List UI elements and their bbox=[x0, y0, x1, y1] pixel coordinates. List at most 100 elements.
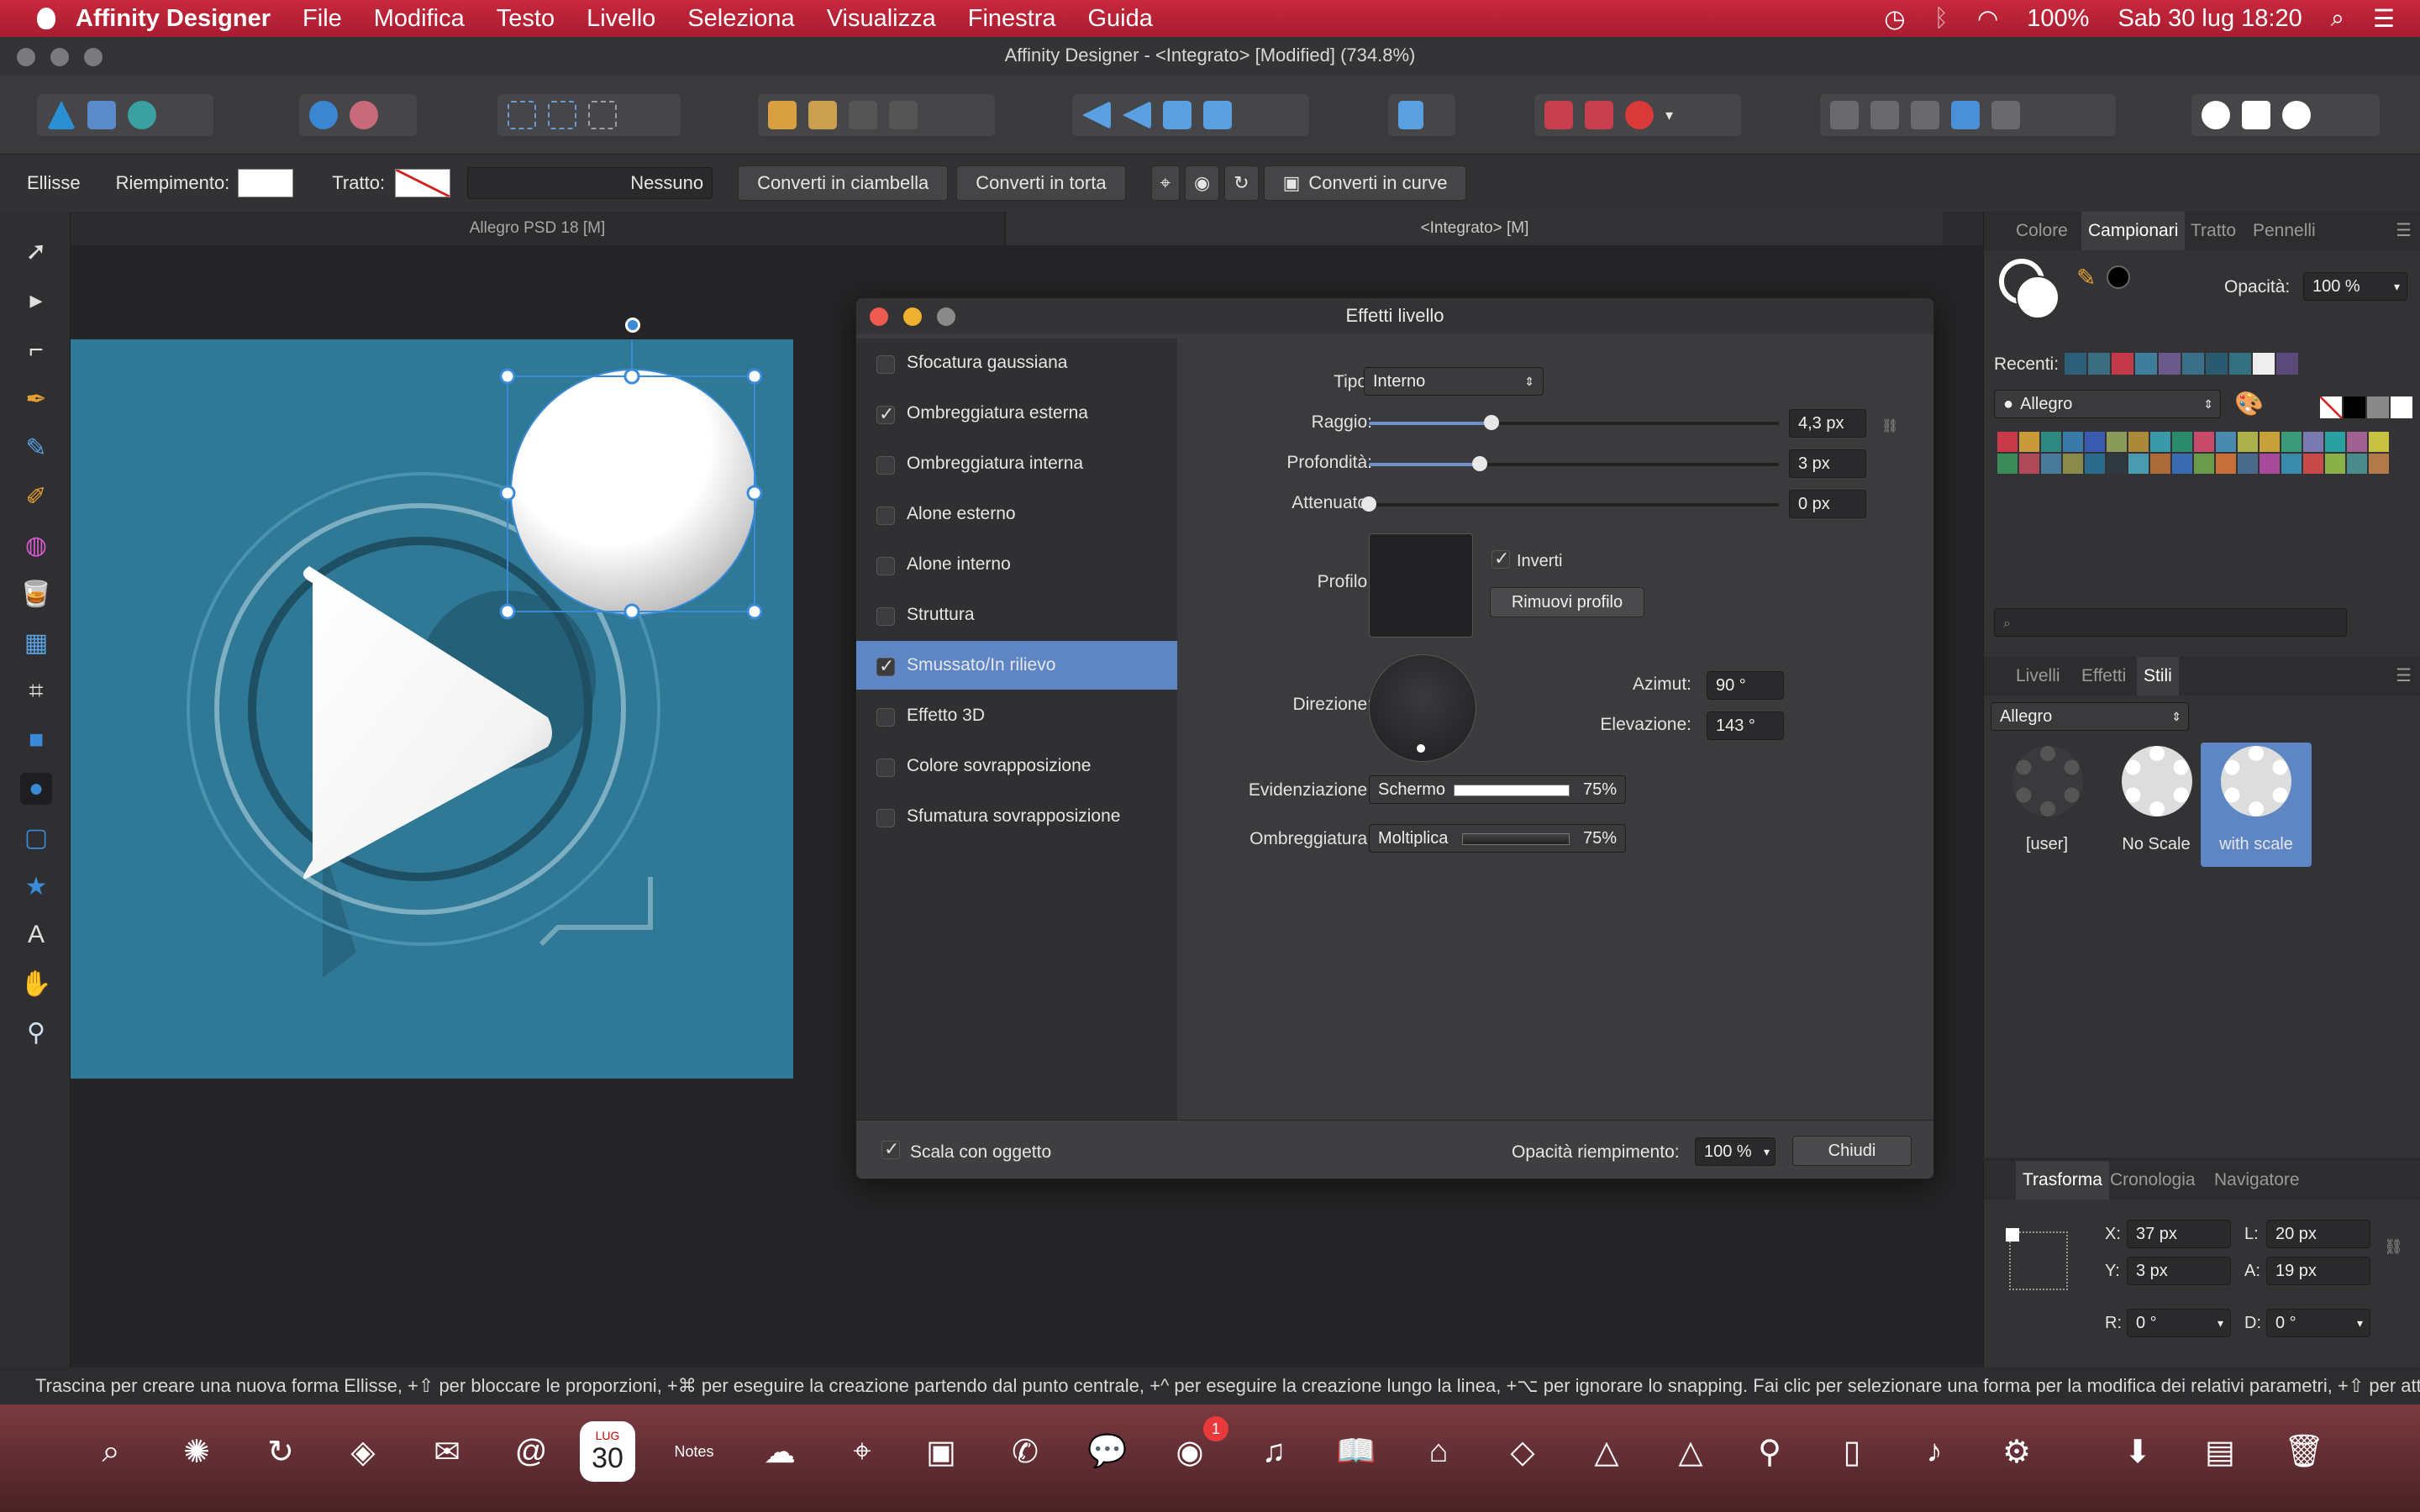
palette-swatch[interactable] bbox=[1997, 432, 2018, 452]
highlight-color-swatch[interactable] bbox=[1454, 785, 1570, 796]
pen-tool-icon[interactable]: ✒ bbox=[20, 383, 52, 415]
bluetooth-icon[interactable]: ᛒ bbox=[1934, 5, 1949, 33]
palette-swatch[interactable] bbox=[2172, 432, 2192, 452]
azimuth-field[interactable]: 90 ° bbox=[1707, 671, 1784, 700]
system-preferences-icon[interactable]: ⚙ bbox=[1986, 1421, 2047, 1482]
subtract-icon[interactable] bbox=[1870, 101, 1899, 129]
gray-swatch[interactable] bbox=[2367, 396, 2389, 418]
menu-seleziona[interactable]: Seleziona bbox=[687, 5, 794, 33]
recent-swatch[interactable] bbox=[2253, 353, 2275, 375]
height-field[interactable]: 19 px bbox=[2266, 1257, 2370, 1285]
launchpad-icon[interactable]: ✺ bbox=[166, 1421, 227, 1482]
transform-origin-icon[interactable] bbox=[588, 101, 617, 129]
effect-inner-glow[interactable]: Alone interno bbox=[856, 540, 1177, 589]
reset-icon[interactable]: ↻ bbox=[1224, 165, 1259, 201]
palette-swatch[interactable] bbox=[2019, 432, 2039, 452]
tab-colore[interactable]: Colore bbox=[2016, 212, 2068, 250]
palette-swatch[interactable] bbox=[2128, 432, 2149, 452]
recent-swatch[interactable] bbox=[2088, 353, 2110, 375]
panel-menu-icon[interactable]: ☰ bbox=[2396, 657, 2412, 696]
palette-swatch[interactable] bbox=[2260, 432, 2280, 452]
effect-outer-glow[interactable]: Alone esterno bbox=[856, 490, 1177, 538]
shadow-color-swatch[interactable] bbox=[1462, 833, 1570, 845]
direction-dial-knob[interactable] bbox=[1417, 744, 1425, 753]
palette-swatch[interactable] bbox=[2150, 454, 2170, 474]
mail-icon[interactable]: ✉ bbox=[417, 1421, 477, 1482]
effect-checkbox[interactable] bbox=[876, 507, 895, 525]
grid-icon[interactable] bbox=[1544, 101, 1573, 129]
move-to-back-icon[interactable] bbox=[849, 101, 877, 129]
effect-checkbox[interactable] bbox=[876, 557, 895, 575]
text-tool-icon[interactable]: A bbox=[20, 919, 52, 951]
app-menu[interactable]: Affinity Designer bbox=[76, 5, 271, 33]
tab-cronologia[interactable]: Cronologia bbox=[2110, 1161, 2196, 1200]
palette-swatch[interactable] bbox=[2216, 432, 2236, 452]
direction-dial[interactable] bbox=[1369, 654, 1476, 762]
selected-ellipse[interactable] bbox=[510, 369, 757, 616]
effect-checkbox[interactable] bbox=[876, 355, 895, 374]
fill-stroke-selector[interactable] bbox=[1999, 259, 2060, 319]
effect-outline[interactable]: Struttura bbox=[856, 591, 1177, 639]
tab-trasforma[interactable]: Trasforma bbox=[2016, 1161, 2109, 1200]
music-icon[interactable]: ♪ bbox=[1904, 1421, 1965, 1482]
move-tool-icon[interactable]: ➚ bbox=[20, 235, 52, 267]
palette-swatch[interactable] bbox=[2260, 454, 2280, 474]
palette-swatch[interactable] bbox=[2347, 432, 2367, 452]
effect-checkbox[interactable] bbox=[876, 655, 895, 677]
convert-to-pie-button[interactable]: Converti in torta bbox=[956, 165, 1126, 201]
notes-icon[interactable]: Notes bbox=[664, 1421, 724, 1482]
recent-swatch[interactable] bbox=[2276, 353, 2298, 375]
affinity-designer-icon[interactable]: △ bbox=[1660, 1421, 1721, 1482]
spotlight-icon[interactable]: ⌕ bbox=[2331, 5, 2344, 33]
none-swatch[interactable] bbox=[2320, 396, 2342, 418]
black-swatch[interactable] bbox=[2344, 396, 2365, 418]
pencil-tool-icon[interactable]: ✎ bbox=[20, 432, 52, 464]
preview-mode-icon[interactable] bbox=[350, 101, 378, 129]
effect-3d[interactable]: Effetto 3D bbox=[856, 691, 1177, 740]
palette-swatch[interactable] bbox=[2194, 432, 2214, 452]
soften-slider-knob[interactable] bbox=[1361, 496, 1376, 512]
maps-icon[interactable]: ⌖ bbox=[832, 1421, 892, 1482]
palette-swatch[interactable] bbox=[2303, 454, 2323, 474]
artboard[interactable] bbox=[71, 339, 793, 1079]
palette-swatch[interactable] bbox=[2369, 454, 2389, 474]
move-to-front-icon[interactable] bbox=[889, 101, 918, 129]
photo-icon[interactable]: ▣ bbox=[911, 1421, 971, 1482]
x-field[interactable]: 37 px bbox=[2127, 1220, 2231, 1248]
affinity-photo-icon[interactable]: △ bbox=[1576, 1421, 1637, 1482]
type-dropdown[interactable]: Interno ⇕ bbox=[1364, 367, 1544, 396]
palette-swatch[interactable] bbox=[2150, 432, 2170, 452]
divide-icon[interactable] bbox=[1991, 101, 2020, 129]
close-dialog-button[interactable]: Chiudi bbox=[1792, 1136, 1912, 1166]
radius-field[interactable]: 4,3 px bbox=[1789, 409, 1866, 438]
dialog-minimize-icon[interactable] bbox=[903, 307, 922, 326]
finder-search-icon[interactable]: ⌕ bbox=[81, 1421, 141, 1482]
palette-swatch[interactable] bbox=[2281, 454, 2302, 474]
wifi-icon[interactable]: ◠ bbox=[1977, 4, 1998, 34]
palette-options-icon[interactable]: 🎨 bbox=[2234, 390, 2264, 417]
effect-checkbox[interactable] bbox=[876, 607, 895, 626]
snapping-options-chevron-icon[interactable]: ▾ bbox=[1665, 107, 1673, 124]
depth-field[interactable]: 3 px bbox=[1789, 449, 1866, 478]
zoom-window-button[interactable] bbox=[84, 48, 103, 66]
zoom-tool-icon[interactable]: ⚲ bbox=[20, 1016, 52, 1048]
pin-icon[interactable]: ⚲ bbox=[1739, 1421, 1800, 1482]
move-back-icon[interactable] bbox=[768, 101, 797, 129]
add-icon[interactable] bbox=[1830, 101, 1859, 129]
effect-inner-shadow[interactable]: Ombreggiatura interna bbox=[856, 439, 1177, 488]
opacity-dropdown[interactable]: 100 % ▾ bbox=[2303, 272, 2407, 301]
palette-swatch[interactable] bbox=[2063, 432, 2083, 452]
app-store-icon[interactable]: ⌂ bbox=[1408, 1421, 1469, 1482]
palette-swatch[interactable] bbox=[2041, 454, 2061, 474]
palette-swatch[interactable] bbox=[2019, 454, 2039, 474]
convert-to-donut-button[interactable]: Converti in ciambella bbox=[738, 165, 949, 201]
palette-swatch[interactable] bbox=[2238, 454, 2258, 474]
palette-swatch[interactable] bbox=[2238, 432, 2258, 452]
remove-profile-button[interactable]: Rimuovi profilo bbox=[1490, 587, 1644, 617]
recent-swatch[interactable] bbox=[2206, 353, 2228, 375]
tab-navigatore[interactable]: Navigatore bbox=[2214, 1161, 2300, 1200]
swatch-search-field[interactable]: ⌕ bbox=[1994, 608, 2347, 637]
tab-stili[interactable]: Stili bbox=[2137, 657, 2179, 696]
width-field[interactable]: 20 px bbox=[2266, 1220, 2370, 1248]
effect-checkbox[interactable] bbox=[876, 403, 895, 425]
